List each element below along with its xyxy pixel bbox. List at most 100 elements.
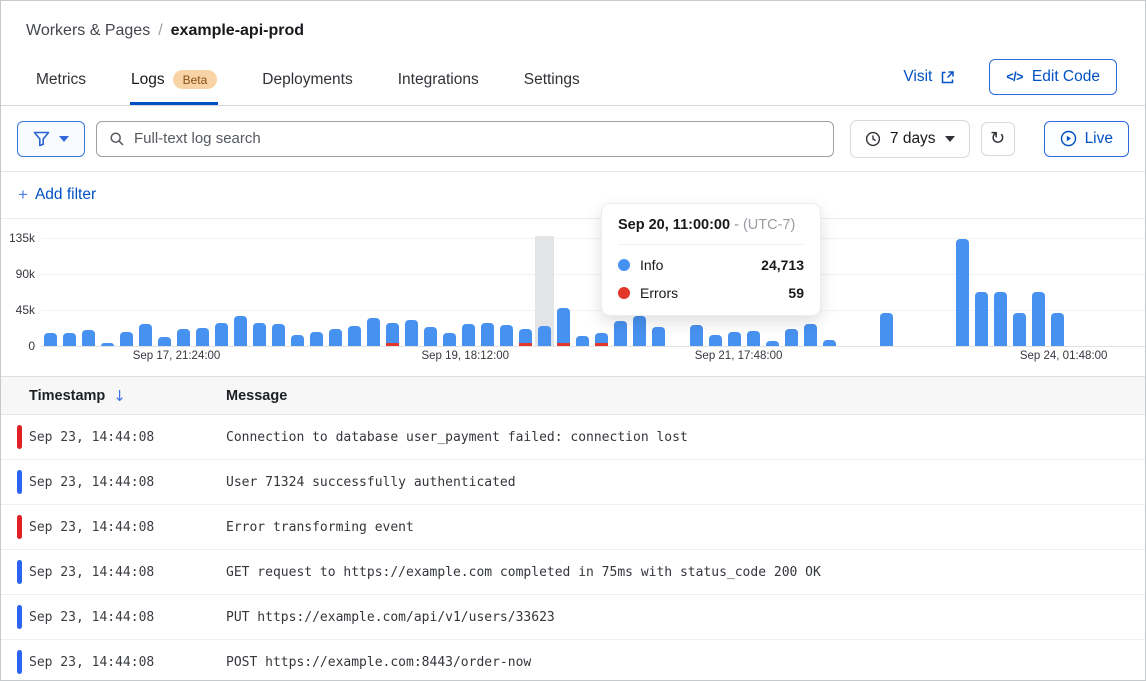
bar-slot[interactable] bbox=[345, 236, 364, 346]
log-volume-bar[interactable] bbox=[82, 330, 95, 346]
log-table-row[interactable]: Sep 23, 14:44:08Connection to database u… bbox=[1, 415, 1145, 460]
log-volume-bar[interactable] bbox=[538, 326, 551, 346]
log-volume-bar[interactable] bbox=[956, 239, 969, 346]
log-volume-bar[interactable] bbox=[272, 324, 285, 346]
log-volume-bar[interactable] bbox=[633, 316, 646, 346]
bar-slot[interactable] bbox=[877, 236, 896, 346]
bar-slot[interactable] bbox=[440, 236, 459, 346]
visit-link[interactable]: Visit bbox=[903, 68, 955, 86]
bar-slot[interactable] bbox=[896, 236, 915, 346]
log-volume-bar[interactable] bbox=[880, 313, 893, 346]
bar-slot[interactable] bbox=[269, 236, 288, 346]
bar-slot[interactable] bbox=[1048, 236, 1067, 346]
bar-slot[interactable] bbox=[1067, 236, 1086, 346]
bar-slot[interactable] bbox=[421, 236, 440, 346]
bar-slot-highlighted[interactable] bbox=[535, 236, 554, 346]
log-volume-bar[interactable] bbox=[785, 329, 798, 346]
log-volume-bar[interactable] bbox=[462, 324, 475, 346]
log-volume-bar[interactable] bbox=[405, 320, 418, 346]
bar-slot[interactable] bbox=[288, 236, 307, 346]
bar-slot[interactable] bbox=[459, 236, 478, 346]
log-volume-bar[interactable] bbox=[386, 323, 399, 346]
bar-slot[interactable] bbox=[953, 236, 972, 346]
bar-slot[interactable] bbox=[573, 236, 592, 346]
bar-slot[interactable] bbox=[1029, 236, 1048, 346]
time-range-dropdown[interactable]: 7 days bbox=[850, 120, 970, 158]
bar-slot[interactable] bbox=[858, 236, 877, 346]
log-volume-bar[interactable] bbox=[348, 326, 361, 346]
log-volume-bar[interactable] bbox=[310, 332, 323, 346]
log-volume-bar[interactable] bbox=[595, 333, 608, 346]
bar-slot[interactable] bbox=[174, 236, 193, 346]
tab-logs[interactable]: Logs Beta bbox=[130, 60, 218, 105]
log-volume-bar[interactable] bbox=[158, 337, 171, 346]
bar-slot[interactable] bbox=[193, 236, 212, 346]
log-volume-bar[interactable] bbox=[329, 329, 342, 346]
bar-slot[interactable] bbox=[934, 236, 953, 346]
log-volume-bar[interactable] bbox=[614, 321, 627, 346]
log-table-row[interactable]: Sep 23, 14:44:08POST https://example.com… bbox=[1, 640, 1145, 681]
bar-slot[interactable] bbox=[516, 236, 535, 346]
bar-slot[interactable] bbox=[915, 236, 934, 346]
log-volume-bar[interactable] bbox=[1013, 313, 1026, 346]
log-volume-bar[interactable] bbox=[652, 327, 665, 346]
log-volume-bar[interactable] bbox=[443, 333, 456, 346]
log-volume-bar[interactable] bbox=[1032, 292, 1045, 346]
log-volume-bar[interactable] bbox=[120, 332, 133, 346]
bar-slot[interactable] bbox=[155, 236, 174, 346]
bar-slot[interactable] bbox=[402, 236, 421, 346]
log-volume-bar[interactable] bbox=[709, 335, 722, 346]
bar-slot[interactable] bbox=[554, 236, 573, 346]
bar-slot[interactable] bbox=[231, 236, 250, 346]
bar-slot[interactable] bbox=[1105, 236, 1124, 346]
log-volume-bar[interactable] bbox=[576, 336, 589, 346]
log-table-row[interactable]: Sep 23, 14:44:08User 71324 successfully … bbox=[1, 460, 1145, 505]
log-volume-bar[interactable] bbox=[44, 333, 57, 346]
log-table-row[interactable]: Sep 23, 14:44:08GET request to https://e… bbox=[1, 550, 1145, 595]
tab-integrations[interactable]: Integrations bbox=[397, 61, 480, 105]
add-filter-button[interactable]: + Add filter bbox=[18, 185, 96, 205]
live-button[interactable]: Live bbox=[1044, 121, 1129, 157]
log-volume-bar[interactable] bbox=[215, 323, 228, 346]
bar-slot[interactable] bbox=[41, 236, 60, 346]
log-table-row[interactable]: Sep 23, 14:44:08PUT https://example.com/… bbox=[1, 595, 1145, 640]
refresh-button[interactable]: ↻ bbox=[981, 122, 1015, 156]
bar-slot[interactable] bbox=[326, 236, 345, 346]
log-volume-bar[interactable] bbox=[975, 292, 988, 346]
bar-slot[interactable] bbox=[820, 236, 839, 346]
tab-settings[interactable]: Settings bbox=[523, 61, 581, 105]
log-volume-bar[interactable] bbox=[690, 325, 703, 346]
bar-slot[interactable] bbox=[1010, 236, 1029, 346]
log-volume-bar[interactable] bbox=[101, 343, 114, 346]
bar-slot[interactable] bbox=[1086, 236, 1105, 346]
log-volume-bar[interactable] bbox=[481, 323, 494, 346]
bar-slot[interactable] bbox=[497, 236, 516, 346]
log-volume-bar[interactable] bbox=[519, 329, 532, 346]
log-volume-bar[interactable] bbox=[177, 329, 190, 346]
log-volume-bar[interactable] bbox=[424, 327, 437, 346]
log-volume-bar[interactable] bbox=[253, 323, 266, 346]
log-volume-bar[interactable] bbox=[557, 308, 570, 346]
bar-slot[interactable] bbox=[250, 236, 269, 346]
bar-slot[interactable] bbox=[79, 236, 98, 346]
tab-metrics[interactable]: Metrics bbox=[35, 61, 87, 105]
timestamp-column-header[interactable]: Timestamp ↓ bbox=[29, 387, 226, 405]
log-volume-bar[interactable] bbox=[234, 316, 247, 346]
bar-slot[interactable] bbox=[991, 236, 1010, 346]
log-volume-bar[interactable] bbox=[804, 324, 817, 346]
log-volume-bar[interactable] bbox=[728, 332, 741, 346]
bar-slot[interactable] bbox=[364, 236, 383, 346]
bar-slot[interactable] bbox=[478, 236, 497, 346]
search-input[interactable] bbox=[96, 121, 834, 157]
bar-slot[interactable] bbox=[1124, 236, 1143, 346]
bar-slot[interactable] bbox=[136, 236, 155, 346]
bar-slot[interactable] bbox=[972, 236, 991, 346]
log-volume-bar[interactable] bbox=[823, 340, 836, 346]
filter-dropdown-button[interactable] bbox=[17, 121, 85, 157]
log-volume-bar[interactable] bbox=[994, 292, 1007, 346]
log-volume-bar[interactable] bbox=[766, 341, 779, 346]
log-volume-bar[interactable] bbox=[747, 331, 760, 346]
edit-code-button[interactable]: </> Edit Code bbox=[989, 59, 1117, 95]
log-volume-bar[interactable] bbox=[63, 333, 76, 346]
log-volume-bar[interactable] bbox=[1051, 313, 1064, 346]
